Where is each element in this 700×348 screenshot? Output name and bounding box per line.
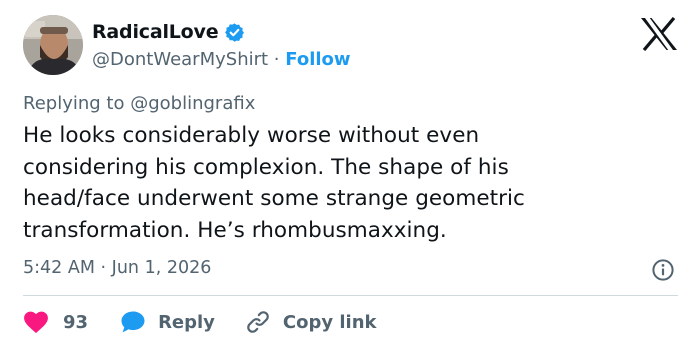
divider <box>23 295 678 296</box>
reply-mention[interactable]: @goblingrafix <box>130 93 255 114</box>
heart-icon <box>23 310 49 334</box>
link-icon <box>245 309 271 335</box>
author-handle[interactable]: @DontWearMyShirt <box>92 49 268 70</box>
reply-label: Reply <box>158 311 215 333</box>
reply-context-prefix: Replying to <box>23 93 125 114</box>
author-name-row: RadicalLove <box>92 21 245 43</box>
copy-link-label: Copy link <box>282 311 377 333</box>
tweet-time: 5:42 AM <box>23 258 95 278</box>
handle-separator: · <box>273 49 280 70</box>
speech-bubble-icon <box>120 310 146 334</box>
copy-link-button[interactable]: Copy link <box>245 309 377 335</box>
tweet-date: Jun 1, 2026 <box>111 258 212 278</box>
tweet-timestamp[interactable]: 5:42 AM · Jun 1, 2026 <box>23 258 211 278</box>
like-button[interactable]: 93 <box>23 310 88 334</box>
timestamp-separator: · <box>100 258 107 278</box>
avatar-photo <box>23 15 83 75</box>
info-icon[interactable] <box>651 258 675 282</box>
reply-context: Replying to @goblingrafix <box>23 93 255 114</box>
tweet-text: He looks considerably worse without even… <box>23 123 525 243</box>
author-display-name[interactable]: RadicalLove <box>92 21 219 43</box>
reply-button[interactable]: Reply <box>120 310 215 334</box>
like-count: 93 <box>63 311 89 333</box>
avatar[interactable] <box>23 15 83 75</box>
author-handle-row: @DontWearMyShirt · Follow <box>92 49 351 70</box>
verified-badge-icon <box>224 22 245 43</box>
action-bar: 93 Reply Copy link <box>23 307 377 337</box>
x-logo-icon[interactable] <box>640 16 678 52</box>
follow-button[interactable]: Follow <box>285 49 350 70</box>
